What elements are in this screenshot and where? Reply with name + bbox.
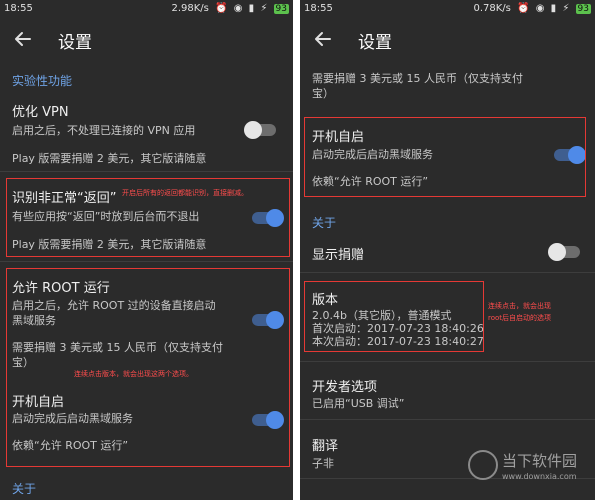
back-arrow-icon[interactable] (312, 28, 334, 50)
battery-icon: 93 (575, 4, 591, 14)
pref-title: 显示捐赠 (312, 248, 365, 263)
divider (300, 419, 595, 420)
net-speed: 2.98K/s (171, 3, 209, 14)
wifi-icon: ◉ (233, 3, 243, 14)
battery-icon: 93 (273, 4, 289, 14)
app-bar: 设置 (0, 18, 293, 62)
donate-note-2: 宝） (312, 87, 334, 100)
app-bar: 设置 (300, 18, 595, 62)
charging-icon: ⚡ (260, 3, 268, 14)
signal-icon: ▮ (550, 3, 557, 14)
section-experimental: 实验性功能 (12, 74, 73, 88)
annotation-note: 连续点击版本，就会出现这两个选项。 (74, 370, 193, 378)
watermark-url: www.downxia.com (502, 472, 577, 481)
pref-summary: 启用之后，不处理已连接的 VPN 应用 (12, 124, 196, 137)
right-screen: 18:55 0.78K/s ⏰ ◉ ▮ ⚡ 93 设置 需要捐赠 3 美元或 1… (300, 0, 595, 500)
pref-note: Play 版需要捐赠 2 美元，其它版请随意 (12, 152, 207, 165)
annotation-note: root后自启动的选项 (488, 314, 552, 322)
watermark-name: 当下软件园 (502, 452, 578, 470)
alarm-icon: ⏰ (517, 3, 530, 14)
watermark: 当下软件园 www.downxia.com (468, 446, 593, 496)
watermark-logo-icon (468, 450, 498, 480)
page-title: 设置 (58, 33, 92, 53)
toggle-knob (244, 121, 262, 139)
status-time: 18:55 (304, 3, 333, 14)
divider (0, 171, 293, 172)
pref-title: 开发者选项 (312, 380, 378, 395)
page-title: 设置 (358, 33, 392, 53)
net-speed: 0.78K/s (473, 3, 511, 14)
divider (300, 272, 595, 273)
status-bar: 18:55 0.78K/s ⏰ ◉ ▮ ⚡ 93 (300, 0, 595, 18)
alarm-icon: ⏰ (215, 3, 228, 14)
status-time: 18:55 (4, 3, 33, 14)
section-about: 关于 (12, 482, 37, 496)
annotation-note: 连续点击，就会出现 (488, 302, 551, 310)
charging-icon: ⚡ (562, 3, 570, 14)
wifi-icon: ◉ (535, 3, 545, 14)
show-donate-toggle[interactable] (548, 243, 580, 261)
back-arrow-icon[interactable] (12, 28, 34, 50)
pref-summary: 已启用“USB 调试” (312, 397, 405, 410)
donate-note: 需要捐赠 3 美元或 15 人民币（仅支持支付 (312, 72, 523, 85)
toggle-knob (548, 243, 566, 261)
optimize-vpn-toggle[interactable] (244, 121, 276, 139)
annotation-note: 开启后所有的返回都能识别，直接删减。 (122, 189, 248, 197)
divider (0, 261, 293, 262)
divider (300, 361, 595, 362)
signal-icon: ▮ (248, 3, 255, 14)
section-about: 关于 (312, 216, 337, 230)
pref-summary: 子非 (312, 457, 334, 470)
annotation-box (304, 281, 484, 352)
pref-title: 优化 VPN (12, 105, 69, 120)
left-screen: 18:55 2.98K/s ⏰ ◉ ▮ ⚡ 93 设置 实验性功能 优化 VPN… (0, 0, 293, 500)
annotation-box (304, 117, 586, 197)
pref-title: 翻译 (312, 439, 339, 454)
status-bar: 18:55 2.98K/s ⏰ ◉ ▮ ⚡ 93 (0, 0, 293, 18)
annotation-box (6, 268, 290, 467)
